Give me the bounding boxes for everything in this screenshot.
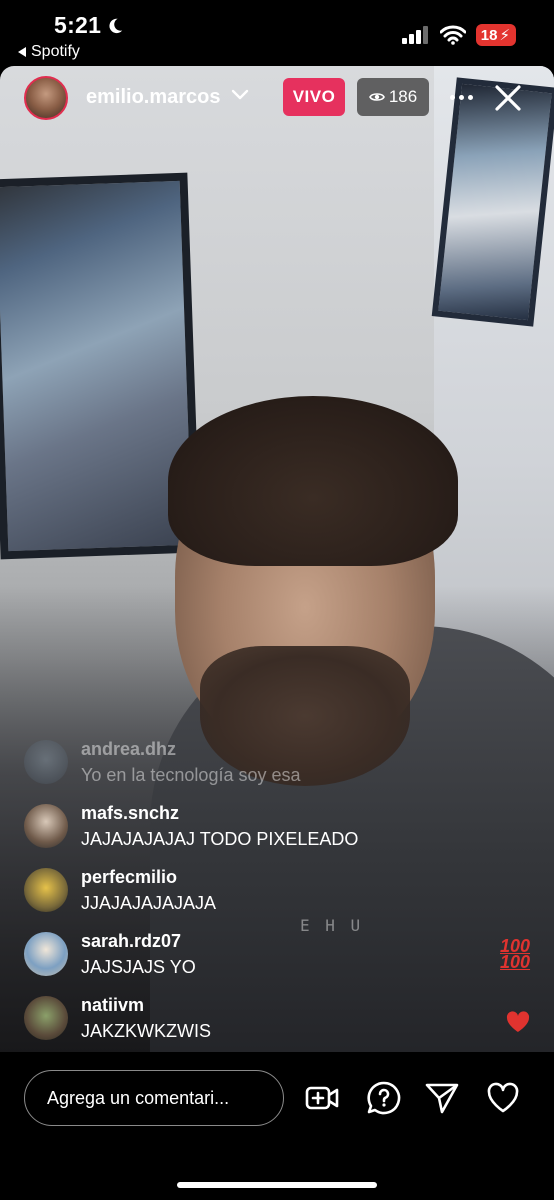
comment-item: andrea.dhz Yo en la tecnología soy esa (24, 736, 444, 788)
viewer-count-badge[interactable]: 186 (357, 78, 429, 116)
comment-item: perfecmilio JJAJAJAJAJAJA (24, 864, 444, 916)
comment-text: JAJAJAJAJAJ TODO PIXELEADO (81, 829, 359, 849)
comment-item: sarah.rdz07 JAJSJAJS YO (24, 928, 444, 980)
time-text: 5:21 (54, 12, 102, 38)
battery-icon: 18 ⚡ (475, 24, 516, 46)
send-icon[interactable] (424, 1080, 460, 1116)
signal-icon (401, 26, 428, 44)
comment-text: JJAJAJAJAJAJA (81, 893, 217, 913)
status-bar: 5:21 Spotify 18 ⚡ (0, 0, 554, 66)
host-avatar[interactable] (24, 76, 68, 120)
close-icon[interactable] (490, 80, 526, 116)
heart-icon[interactable] (485, 1080, 521, 1116)
more-icon[interactable] (448, 82, 474, 112)
live-header: emilio.marcos VIVO 186 (0, 66, 554, 132)
question-icon[interactable] (366, 1080, 402, 1116)
comment-text: Yo en la tecnología soy esa (81, 765, 301, 785)
comment-username[interactable]: mafs.snchz (81, 803, 179, 824)
charging-bolt-icon: ⚡ (499, 27, 510, 44)
viewer-count: 186 (388, 87, 418, 106)
video-person-hair (168, 396, 458, 566)
avatar[interactable] (24, 804, 68, 848)
back-caret-icon (18, 47, 26, 57)
battery-level: 18 (480, 26, 498, 44)
comment-username[interactable]: perfecmilio (81, 867, 177, 888)
comment-username[interactable]: andrea.dhz (81, 739, 176, 760)
status-time: 5:21 (54, 12, 124, 39)
add-video-icon[interactable] (304, 1080, 340, 1116)
back-to-app-link[interactable]: Spotify (18, 43, 80, 61)
comment-username[interactable]: sarah.rdz07 (81, 931, 181, 952)
wifi-icon (439, 25, 466, 45)
comment-text: JAJSJAJS YO (81, 957, 196, 977)
heart-reaction-icon (506, 1011, 530, 1032)
live-comments: andrea.dhz Yo en la tecnología soy esa m… (0, 728, 460, 1048)
eye-icon (368, 93, 385, 101)
comment-input[interactable]: Agrega un comentari... (24, 1070, 284, 1126)
comment-username[interactable]: natiivm (81, 995, 144, 1016)
status-indicators: 18 ⚡ (401, 24, 516, 46)
hundred-emoji-reaction: 100 100 (500, 936, 531, 972)
comment-item: mafs.snchz JAJAJAJAJAJ TODO PIXELEADO (24, 800, 444, 852)
avatar[interactable] (24, 996, 68, 1040)
avatar[interactable] (24, 740, 68, 784)
chevron-down-icon[interactable] (231, 88, 249, 102)
comment-text: JAKZKWKZWIS (81, 1021, 211, 1041)
comment-item: natiivm JAKZKWKZWIS (24, 992, 444, 1044)
bottom-bar: Agrega un comentari... (0, 1052, 554, 1200)
avatar[interactable] (24, 868, 68, 912)
home-indicator[interactable] (177, 1182, 377, 1188)
host-username[interactable]: emilio.marcos (86, 86, 221, 109)
live-badge: VIVO (283, 78, 345, 116)
back-app-label: Spotify (31, 43, 80, 60)
avatar[interactable] (24, 932, 68, 976)
moon-icon (109, 18, 123, 33)
